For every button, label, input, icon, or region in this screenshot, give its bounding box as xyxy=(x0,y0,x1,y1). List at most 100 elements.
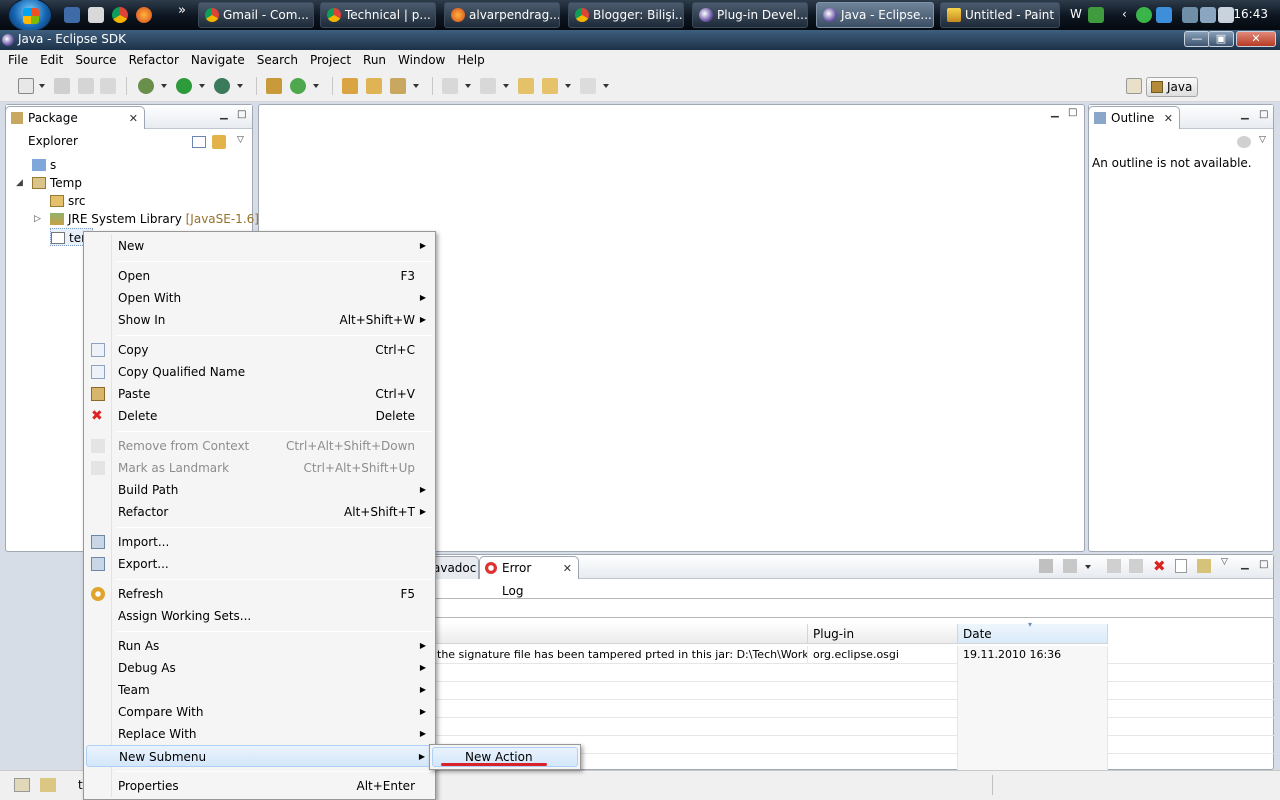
clear-log-icon[interactable] xyxy=(1107,559,1121,573)
tray-app-icon[interactable] xyxy=(1088,7,1104,23)
menu-item-properties[interactable]: Properties Alt+Enter xyxy=(86,775,433,797)
open-type-icon[interactable] xyxy=(342,78,358,94)
view-menu-icon[interactable]: ▽ xyxy=(1221,557,1228,567)
dropbox-icon[interactable] xyxy=(1156,7,1172,23)
minimize-view-icon[interactable]: ▁ xyxy=(1241,109,1249,120)
taskbar-button-blogger[interactable]: Blogger: Bilişi... xyxy=(568,2,684,28)
start-button[interactable] xyxy=(8,0,52,32)
menu-item-paste[interactable]: Paste Ctrl+V xyxy=(86,383,433,405)
menu-item-refresh[interactable]: Refresh F5 xyxy=(86,583,433,605)
menu-item-new-submenu[interactable]: New Submenu ▶ xyxy=(86,745,433,767)
menu-item-copy-qualified-name[interactable]: Copy Qualified Name xyxy=(86,361,433,383)
search-dropdown-icon[interactable] xyxy=(413,84,419,88)
tray-network-icon[interactable] xyxy=(1182,7,1198,23)
fast-view-icon[interactable] xyxy=(14,778,30,792)
minimize-view-icon[interactable]: ▁ xyxy=(220,109,228,120)
menu-item-import[interactable]: Import... xyxy=(86,531,433,553)
new-dropdown-icon[interactable] xyxy=(39,84,45,88)
maximize-view-icon[interactable]: □ xyxy=(237,109,246,120)
menu-item-debug-as[interactable]: Debug As ▶ xyxy=(86,657,433,679)
menu-navigate[interactable]: Navigate xyxy=(185,53,251,67)
menu-item-export[interactable]: Export... xyxy=(86,553,433,575)
menu-file[interactable]: File xyxy=(2,53,34,67)
trim-view-icon[interactable] xyxy=(40,778,56,792)
column-header-date[interactable]: Date xyxy=(958,624,1108,644)
taskbar-button-alvarpendrag[interactable]: alvarpendrag... xyxy=(444,2,560,28)
menu-window[interactable]: Window xyxy=(392,53,451,67)
export-log-icon[interactable] xyxy=(1039,559,1053,573)
tray-monitor-icon[interactable] xyxy=(1200,7,1216,23)
chrome-icon[interactable] xyxy=(112,7,128,23)
close-tab-icon[interactable]: ✕ xyxy=(563,557,572,580)
menu-item-build-path[interactable]: Build Path ▶ xyxy=(86,479,433,501)
java-perspective-button[interactable]: Java xyxy=(1146,77,1198,97)
taskbar-button-technical[interactable]: Technical | p... xyxy=(320,2,436,28)
error-log-filter-input[interactable] xyxy=(432,598,1274,618)
back-icon[interactable] xyxy=(542,78,558,94)
tree-item-temp[interactable]: Temp xyxy=(32,174,82,192)
tray-status-icon[interactable] xyxy=(1136,7,1152,23)
open-perspective-icon[interactable] xyxy=(1126,78,1142,94)
overflow-chevron-icon[interactable]: » xyxy=(178,3,186,18)
minimize-button[interactable]: — xyxy=(1184,31,1210,47)
menu-search[interactable]: Search xyxy=(251,53,304,67)
tree-item-s[interactable]: s xyxy=(32,156,56,174)
quicklaunch-icon[interactable] xyxy=(88,7,104,23)
volume-icon[interactable] xyxy=(1218,7,1234,23)
tree-item-jre[interactable]: JRE System Library [JavaSE-1.6] xyxy=(50,210,259,228)
debug-icon[interactable] xyxy=(138,78,154,94)
search-icon[interactable] xyxy=(390,78,406,94)
forward-dropdown-icon[interactable] xyxy=(603,84,609,88)
column-header-plugin[interactable]: Plug-in xyxy=(808,624,958,644)
log-menu-dropdown-icon[interactable] xyxy=(1085,565,1091,569)
sync-icon[interactable] xyxy=(1237,136,1251,148)
previous-annotation-dropdown-icon[interactable] xyxy=(503,84,509,88)
clock[interactable]: 16:43 xyxy=(1233,7,1268,21)
tab-package-explorer[interactable]: Package Explorer ✕ xyxy=(5,106,145,148)
menu-item-team[interactable]: Team ▶ xyxy=(86,679,433,701)
debug-dropdown-icon[interactable] xyxy=(161,84,167,88)
next-annotation-icon[interactable] xyxy=(442,78,458,94)
taskbar-button-java-eclipse[interactable]: Java - Eclipse... xyxy=(816,2,934,28)
menu-item-delete[interactable]: ✖ Delete Delete xyxy=(86,405,433,427)
external-tools-icon[interactable] xyxy=(214,78,230,94)
print-icon[interactable] xyxy=(100,78,116,94)
menu-item-open-with[interactable]: Open With ▶ xyxy=(86,287,433,309)
view-menu-icon[interactable]: ▽ xyxy=(237,135,244,145)
menu-item-replace-with[interactable]: Replace With ▶ xyxy=(86,723,433,745)
collapse-all-icon[interactable] xyxy=(192,136,206,148)
next-annotation-dropdown-icon[interactable] xyxy=(465,84,471,88)
menu-item-show-in[interactable]: Show In Alt+Shift+W ▶ xyxy=(86,309,433,331)
forward-icon[interactable] xyxy=(580,78,596,94)
run-icon[interactable] xyxy=(176,78,192,94)
menu-help[interactable]: Help xyxy=(451,53,490,67)
open-log-icon[interactable] xyxy=(1175,559,1187,573)
maximize-button[interactable]: ▣ xyxy=(1208,31,1234,47)
delete-log-icon[interactable] xyxy=(1129,559,1143,573)
menu-edit[interactable]: Edit xyxy=(34,53,69,67)
menu-item-assign-working-sets[interactable]: Assign Working Sets... xyxy=(86,605,433,627)
menu-item-refactor[interactable]: Refactor Alt+Shift+T ▶ xyxy=(86,501,433,523)
back-dropdown-icon[interactable] xyxy=(565,84,571,88)
tab-error-log[interactable]: Error Log ✕ xyxy=(479,556,579,598)
run-dropdown-icon[interactable] xyxy=(199,84,205,88)
menu-item-run-as[interactable]: Run As ▶ xyxy=(86,635,433,657)
maximize-editor-icon[interactable]: □ xyxy=(1068,107,1077,118)
new-java-project-icon[interactable] xyxy=(266,78,282,94)
close-button[interactable]: ✕ xyxy=(1236,31,1276,47)
tab-outline[interactable]: Outline ✕ xyxy=(1088,106,1180,129)
menu-run[interactable]: Run xyxy=(357,53,392,67)
menu-item-compare-with[interactable]: Compare With ▶ xyxy=(86,701,433,723)
delete-icon[interactable]: ✖ xyxy=(1153,557,1166,575)
firefox-icon[interactable] xyxy=(136,7,152,23)
taskbar-button-plugin-devel[interactable]: Plug-in Devel... xyxy=(692,2,808,28)
expand-arrow-icon[interactable]: ▷ xyxy=(34,214,41,224)
save-icon[interactable] xyxy=(54,78,70,94)
table-row[interactable]: the signature file has been tampered prt… xyxy=(432,646,1274,664)
link-with-editor-icon[interactable] xyxy=(212,135,226,149)
new-class-dropdown-icon[interactable] xyxy=(313,84,319,88)
tree-item-src[interactable]: src xyxy=(50,192,86,210)
new-icon[interactable] xyxy=(18,78,34,94)
show-desktop-icon[interactable] xyxy=(64,7,80,23)
close-tab-icon[interactable]: ✕ xyxy=(1164,107,1173,130)
